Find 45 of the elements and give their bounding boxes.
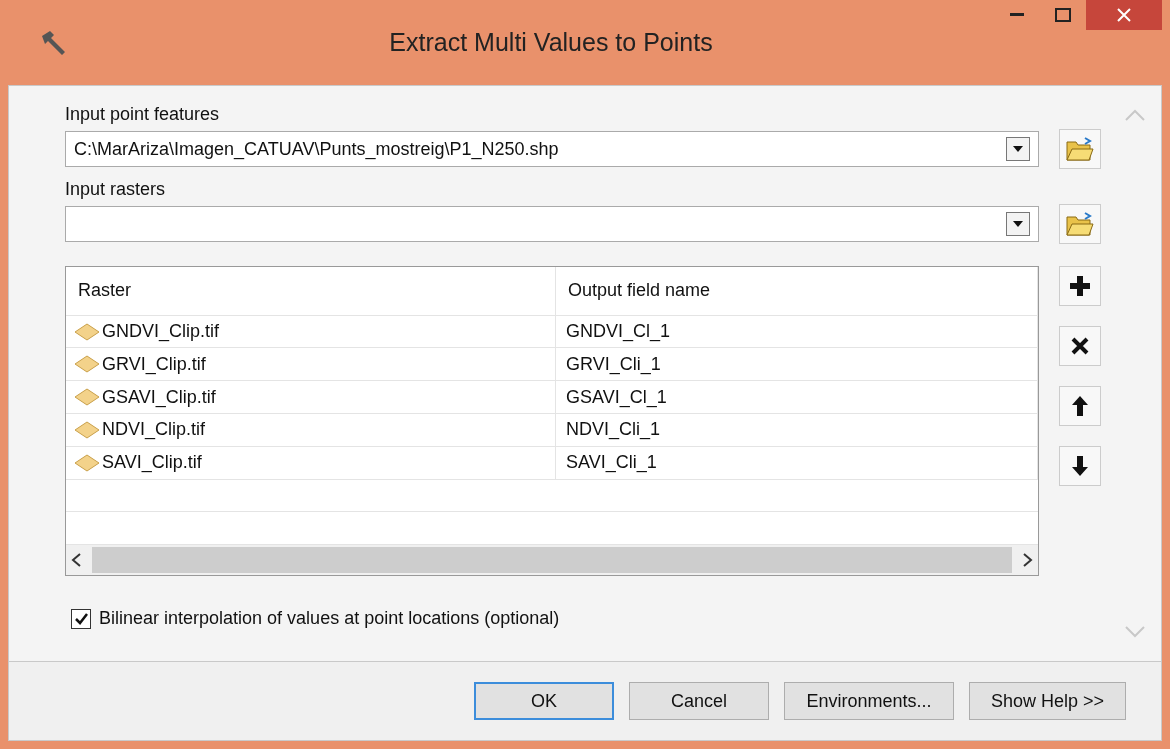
dropdown-field[interactable] (65, 206, 1039, 242)
field-label: Input rasters (65, 179, 167, 200)
table-cell: NDVI_Cli_1 (556, 414, 1038, 446)
table-cell: SAVI_Cli_1 (556, 446, 1038, 479)
checkbox[interactable] (71, 608, 91, 629)
table-cell: GSAVI_Cl_1 (556, 381, 1038, 414)
raster-icon (74, 420, 100, 439)
column-header[interactable]: Output field name (556, 267, 1038, 315)
scrollbar-thumb[interactable] (92, 547, 1012, 574)
open-folder-button[interactable] (1059, 204, 1101, 244)
dropdown-field[interactable]: C:\MarAriza\Imagen_CATUAV\Punts_mostreig\P1_N250.shp (65, 131, 1039, 167)
field-label: Input point features (65, 104, 221, 125)
close-button[interactable] (1086, 0, 1162, 30)
checkmark-icon (74, 611, 88, 626)
open-folder-button[interactable] (1059, 129, 1101, 169)
maximize-icon[interactable] (1055, 8, 1071, 22)
table-cell: GNDVI_Clip.tif (66, 315, 556, 348)
raster-icon (74, 355, 100, 374)
raster-icon (74, 388, 100, 407)
folder-icon (1065, 211, 1095, 237)
dialog-button[interactable]: OK (474, 682, 614, 720)
raster-icon (74, 322, 100, 341)
move-down-button[interactable] (1059, 446, 1101, 486)
move-up-button[interactable] (1059, 386, 1101, 426)
raster-icon (74, 453, 100, 472)
folder-icon (1065, 136, 1095, 162)
column-header[interactable]: Raster (66, 267, 556, 315)
table-cell: GRVI_Clip.tif (66, 348, 556, 381)
table-cell: GSAVI_Clip.tif (66, 381, 556, 414)
close-icon (1117, 8, 1131, 22)
dropdown-arrow-icon (1013, 146, 1023, 152)
remove-button[interactable] (1059, 326, 1101, 366)
add-button[interactable] (1059, 266, 1101, 306)
dialog-button[interactable]: Environments... (784, 682, 954, 720)
dialog-button[interactable]: Cancel (629, 682, 769, 720)
table-cell: NDVI_Clip.tif (66, 414, 556, 446)
minimize-icon[interactable] (1010, 13, 1024, 17)
plus-icon (1067, 273, 1093, 299)
dialog-button[interactable]: Show Help >> (969, 682, 1126, 720)
dropdown-arrow-icon (1013, 221, 1023, 227)
table-cell: GNDVI_Cl_1 (556, 315, 1038, 348)
checkbox-label: Bilinear interpolation of values at point locations (optional) (99, 608, 560, 629)
table-cell: GRVI_Cli_1 (556, 348, 1038, 381)
table-cell: SAVI_Clip.tif (66, 446, 556, 479)
window-title: Extract Multi Values to Points (388, 28, 714, 57)
